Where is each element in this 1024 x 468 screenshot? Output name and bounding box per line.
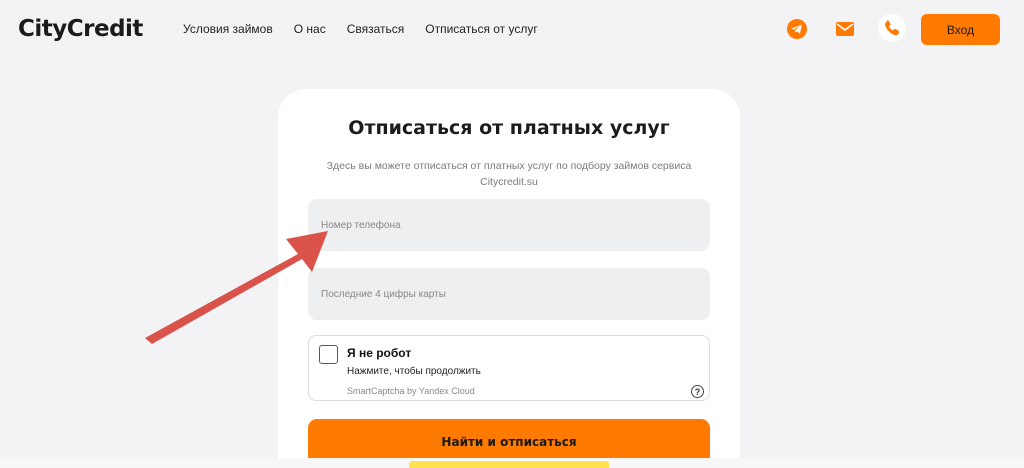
page-title: Отписаться от платных услуг bbox=[348, 117, 670, 139]
captcha-title: Я не робот bbox=[347, 346, 412, 360]
mail-icon[interactable] bbox=[834, 18, 856, 40]
bottom-banner-edge bbox=[409, 461, 609, 468]
telegram-icon[interactable] bbox=[786, 18, 808, 40]
captcha-widget: Я не робот Нажмите, чтобы продолжить Sma… bbox=[308, 335, 710, 401]
phone-input[interactable] bbox=[308, 199, 710, 251]
logo[interactable]: CityCredit bbox=[18, 16, 143, 42]
captcha-brand: SmartCaptcha by Yandex Cloud bbox=[347, 386, 475, 396]
page-subtitle: Здесь вы можете отписаться от платных ус… bbox=[326, 160, 692, 188]
main-nav: Условия займов О нас Связаться Отписатьс… bbox=[183, 22, 559, 36]
captcha-subtitle: Нажмите, чтобы продолжить bbox=[347, 366, 481, 377]
nav-item-contact[interactable]: Связаться bbox=[347, 22, 405, 36]
card-digits-input[interactable] bbox=[308, 268, 710, 320]
nav-item-about[interactable]: О нас bbox=[294, 22, 326, 36]
login-button[interactable]: Вход bbox=[921, 14, 1000, 45]
captcha-checkbox[interactable] bbox=[319, 345, 338, 364]
unsubscribe-card: Отписаться от платных услуг Здесь вы мож… bbox=[278, 89, 740, 468]
help-icon[interactable]: ? bbox=[691, 385, 704, 398]
nav-item-unsubscribe[interactable]: Отписаться от услуг bbox=[425, 22, 538, 36]
header: CityCredit Условия займов О нас Связатьс… bbox=[0, 0, 1024, 62]
phone-icon[interactable] bbox=[878, 14, 906, 42]
nav-item-loan-terms[interactable]: Условия займов bbox=[183, 22, 273, 36]
